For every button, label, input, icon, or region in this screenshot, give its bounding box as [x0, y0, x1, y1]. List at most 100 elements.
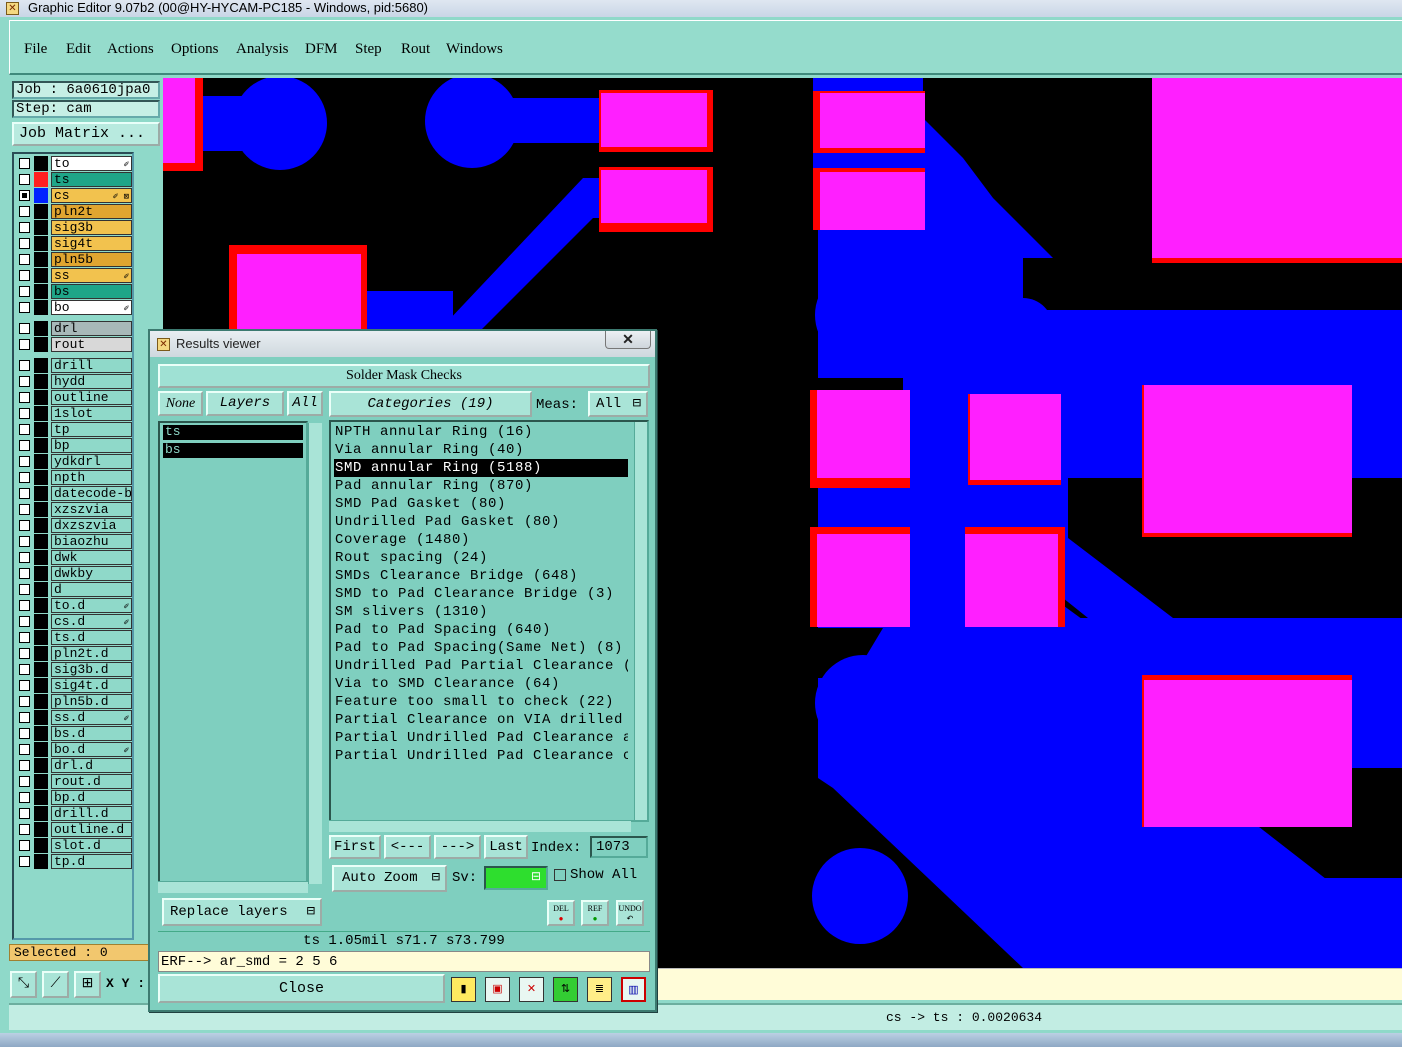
- undo-button[interactable]: UNDO ↶: [616, 900, 644, 926]
- layer-color-swatch[interactable]: [34, 470, 48, 485]
- layer-name[interactable]: to.d ✐: [51, 598, 132, 613]
- layer-name[interactable]: bp: [51, 438, 132, 453]
- layer-checkbox[interactable]: [19, 856, 30, 867]
- layer-name[interactable]: drill.d: [51, 806, 132, 821]
- layer-name[interactable]: pln2t: [51, 204, 132, 219]
- layer-item-ts[interactable]: ts: [163, 425, 303, 440]
- del-button[interactable]: DEL ●: [547, 900, 575, 926]
- layer-color-swatch[interactable]: [34, 220, 48, 235]
- layer-checkbox[interactable]: [19, 408, 30, 419]
- layers-button[interactable]: Layers: [206, 391, 284, 416]
- layer-name[interactable]: drl.d: [51, 758, 132, 773]
- layer-checkbox[interactable]: [19, 488, 30, 499]
- layer-color-swatch[interactable]: [34, 518, 48, 533]
- layer-name[interactable]: datecode-bo: [51, 486, 132, 501]
- layer-row[interactable]: slot.d: [16, 838, 134, 853]
- layer-row[interactable]: d: [16, 582, 134, 597]
- show-all-checkbox[interactable]: [554, 869, 566, 881]
- layer-name[interactable]: d: [51, 582, 132, 597]
- layer-color-swatch[interactable]: [34, 662, 48, 677]
- layer-name[interactable]: hydd: [51, 374, 132, 389]
- layer-name[interactable]: npth: [51, 470, 132, 485]
- layer-row[interactable]: rout: [16, 337, 134, 352]
- layer-checkbox[interactable]: [19, 696, 30, 707]
- layer-color-swatch[interactable]: [34, 268, 48, 283]
- layer-row[interactable]: outline.d: [16, 822, 134, 837]
- layer-color-swatch[interactable]: [34, 726, 48, 741]
- layer-checkbox[interactable]: [19, 254, 30, 265]
- layer-checkbox[interactable]: [19, 339, 30, 350]
- layer-row[interactable]: ydkdrl: [16, 454, 134, 469]
- ref-button[interactable]: REF ●: [581, 900, 609, 926]
- category-item[interactable]: NPTH annular Ring (16): [334, 423, 628, 441]
- layer-checkbox[interactable]: [19, 222, 30, 233]
- layer-color-swatch[interactable]: [34, 172, 48, 187]
- layer-row[interactable]: drl: [16, 321, 134, 336]
- layer-color-swatch[interactable]: [34, 838, 48, 853]
- layer-row[interactable]: tp: [16, 422, 134, 437]
- layer-checkbox[interactable]: [19, 456, 30, 467]
- layer-row[interactable]: cs ✐ ⊠: [16, 188, 134, 203]
- layer-color-swatch[interactable]: [34, 614, 48, 629]
- job-matrix-button[interactable]: Job Matrix ...: [12, 122, 160, 146]
- layer-row[interactable]: 1slot: [16, 406, 134, 421]
- zoom-fit-icon[interactable]: ⤡: [10, 971, 37, 998]
- layer-checkbox[interactable]: [19, 792, 30, 803]
- layer-row[interactable]: dwk: [16, 550, 134, 565]
- category-item[interactable]: SMD annular Ring (5188): [334, 459, 628, 477]
- layer-row[interactable]: pln2t.d: [16, 646, 134, 661]
- layer-row[interactable]: outline: [16, 390, 134, 405]
- layer-checkbox[interactable]: [19, 664, 30, 675]
- layer-checkbox[interactable]: [19, 728, 30, 739]
- layer-color-swatch[interactable]: [34, 694, 48, 709]
- layer-name[interactable]: xzszvia: [51, 502, 132, 517]
- layer-color-swatch[interactable]: [34, 854, 48, 869]
- layer-name[interactable]: dwkby: [51, 566, 132, 581]
- layer-checkbox[interactable]: [19, 552, 30, 563]
- layer-row[interactable]: npth: [16, 470, 134, 485]
- layer-color-swatch[interactable]: [34, 300, 48, 315]
- layer-color-swatch[interactable]: [34, 822, 48, 837]
- layer-row[interactable]: drill.d: [16, 806, 134, 821]
- layer-color-swatch[interactable]: [34, 550, 48, 565]
- layer-checkbox[interactable]: [19, 840, 30, 851]
- layer-row[interactable]: drill: [16, 358, 134, 373]
- layer-list-scrollbar[interactable]: [308, 423, 322, 884]
- layer-color-swatch[interactable]: [34, 710, 48, 725]
- next-button[interactable]: --->: [434, 835, 481, 859]
- layer-row[interactable]: hydd: [16, 374, 134, 389]
- layer-checkbox[interactable]: [19, 360, 30, 371]
- menu-dfm[interactable]: DFM: [305, 41, 338, 58]
- layer-name[interactable]: bp.d: [51, 790, 132, 805]
- layer-name[interactable]: drl: [51, 321, 132, 336]
- replace-layers-dropdown[interactable]: Replace layers ⊟: [162, 898, 322, 926]
- layer-checkbox[interactable]: [19, 600, 30, 611]
- category-item[interactable]: Coverage (1480): [334, 531, 628, 549]
- compare-icon[interactable]: ⇅: [553, 977, 578, 1002]
- layer-checkbox[interactable]: [19, 270, 30, 281]
- layer-checkbox[interactable]: [19, 376, 30, 387]
- layer-color-swatch[interactable]: [34, 252, 48, 267]
- category-item[interactable]: SMD to Pad Clearance Bridge (3): [334, 585, 628, 603]
- layer-color-swatch[interactable]: [34, 566, 48, 581]
- layer-name[interactable]: tp: [51, 422, 132, 437]
- layer-row[interactable]: dxzszvia: [16, 518, 134, 533]
- layer-color-swatch[interactable]: [34, 774, 48, 789]
- menu-file[interactable]: File: [24, 41, 47, 58]
- category-hscroll[interactable]: [329, 820, 631, 832]
- layer-list-hscroll[interactable]: [158, 881, 308, 893]
- layer-name[interactable]: ydkdrl: [51, 454, 132, 469]
- layer-checkbox[interactable]: [19, 536, 30, 547]
- layer-color-swatch[interactable]: [34, 438, 48, 453]
- layer-color-swatch[interactable]: [34, 156, 48, 171]
- layer-name[interactable]: pln5b: [51, 252, 132, 267]
- category-item[interactable]: Partial Undrilled Pad Clearance a: [334, 729, 628, 747]
- layer-checkbox[interactable]: [19, 744, 30, 755]
- layer-row[interactable]: rout.d: [16, 774, 134, 789]
- category-item[interactable]: Undrilled Pad Partial Clearance (: [334, 657, 628, 675]
- layer-color-swatch[interactable]: [34, 582, 48, 597]
- layer-color-swatch[interactable]: [34, 374, 48, 389]
- layer-name[interactable]: ts: [51, 172, 132, 187]
- category-item[interactable]: Partial Undrilled Pad Clearance c: [334, 747, 628, 765]
- layer-color-swatch[interactable]: [34, 678, 48, 693]
